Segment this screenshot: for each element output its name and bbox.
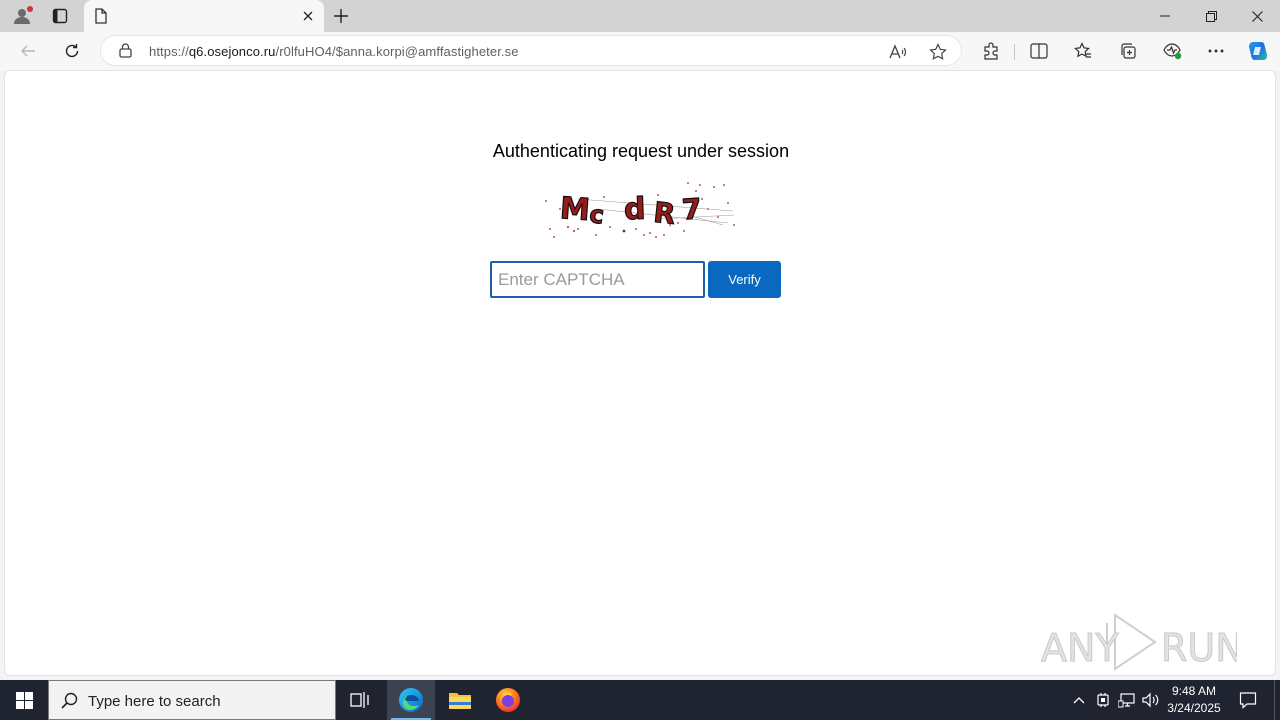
taskbar-firefox[interactable] [484,680,532,720]
profile-alert-dot [27,6,33,12]
captcha-image: M c d R 7 [545,182,735,238]
tray-volume-button[interactable] [1140,680,1162,720]
edge-icon [399,688,423,712]
back-button[interactable] [14,37,42,65]
favorite-button[interactable] [927,41,949,63]
captcha-input[interactable] [490,261,705,298]
extensions-icon [984,42,998,60]
taskbar-edge[interactable] [387,680,435,720]
captcha-letters: M c d R 7 [558,190,703,231]
captcha-char-5: 7 [681,192,703,226]
plus-icon [334,9,348,23]
show-hidden-icons-button[interactable] [1068,680,1090,720]
clock-date: 3/24/2025 [1167,701,1221,715]
title-bar [0,0,1280,32]
restore-icon [1205,10,1217,22]
browser-toolbar: https://q6.osejonco.ru/r0lfuHO4/$anna.ko… [0,32,1280,70]
start-button[interactable] [0,680,48,720]
close-window-button[interactable] [1234,0,1280,32]
read-aloud-icon [889,44,907,59]
close-icon [303,11,313,21]
taskbar-clock[interactable]: 9:48 AM 3/24/2025 [1160,683,1228,717]
volume-icon [1142,692,1159,708]
more-button[interactable] [1202,37,1230,65]
tab-actions-button[interactable] [46,4,74,28]
task-view-icon [350,692,369,708]
page-viewport: Authenticating request under session M c… [4,70,1276,676]
copilot-button[interactable] [1244,37,1272,65]
extensions-button[interactable] [977,37,1005,65]
url-scheme: https:// [149,44,189,59]
close-icon [1251,10,1263,22]
clock-time: 9:48 AM [1171,684,1217,698]
anyrun-watermark: ANY RUN [1041,613,1237,671]
url-text[interactable]: https://q6.osejonco.ru/r0lfuHO4/$anna.ko… [149,44,519,59]
notification-center-button[interactable] [1232,680,1264,720]
device-icon [1097,693,1109,707]
read-aloud-button[interactable] [887,41,909,63]
minimize-icon [1160,15,1170,17]
performance-icon [1163,43,1182,60]
task-view-button[interactable] [336,680,384,720]
search-placeholder: Type here to search [88,693,221,710]
taskbar: Type here to search 9:48 AM 3/24/2025 [0,680,1280,720]
refresh-icon [65,44,79,58]
page-icon [95,8,107,24]
split-screen-icon [1030,43,1048,59]
captcha-char-1: M [559,191,591,228]
svg-text:ANY: ANY [1041,626,1119,670]
show-desktop-button[interactable] [1274,680,1280,720]
active-tab[interactable] [84,0,324,32]
captcha-char-2: c [588,200,606,230]
performance-button[interactable] [1158,37,1186,65]
tray-network-button[interactable] [1116,680,1138,720]
tab-actions-icon [52,8,68,24]
favorite-star-icon [929,43,947,60]
file-explorer-icon [449,693,471,709]
url-host: q6.osejonco.ru [188,44,276,59]
favorites-icon [1074,42,1091,58]
new-tab-button[interactable] [330,5,352,27]
captcha-char-4: R [652,196,677,231]
taskbar-search[interactable]: Type here to search [48,680,336,720]
chevron-up-icon [1073,697,1085,704]
collections-button[interactable] [1114,37,1142,65]
more-icon [1208,49,1224,53]
collections-icon [1121,43,1136,59]
profile-button[interactable] [8,4,36,28]
search-icon [61,692,78,709]
lock-icon [119,43,132,58]
tray-device-button[interactable] [1093,680,1113,720]
favorites-button[interactable] [1069,37,1097,65]
windows-start-icon [15,691,33,709]
restore-button[interactable] [1188,0,1234,32]
minimize-button[interactable] [1142,0,1188,32]
toolbar-divider [1014,44,1015,60]
firefox-icon [496,688,520,712]
verify-button[interactable]: Verify [708,261,781,298]
svg-text:RUN: RUN [1161,626,1237,670]
back-icon [21,45,35,57]
taskbar-file-explorer[interactable] [436,680,484,720]
url-path: /r0lfuHO4/$anna.korpi@amffastigheter.se [275,44,519,59]
captcha-char-3: d [623,192,646,228]
page-heading: Authenticating request under session [492,141,790,161]
copilot-icon [1248,42,1268,60]
close-tab-button[interactable] [300,8,316,24]
network-icon [1118,693,1135,708]
notification-icon [1239,692,1257,709]
refresh-button[interactable] [58,37,86,65]
split-screen-button[interactable] [1025,37,1053,65]
address-bar[interactable]: https://q6.osejonco.ru/r0lfuHO4/$anna.ko… [100,35,962,66]
